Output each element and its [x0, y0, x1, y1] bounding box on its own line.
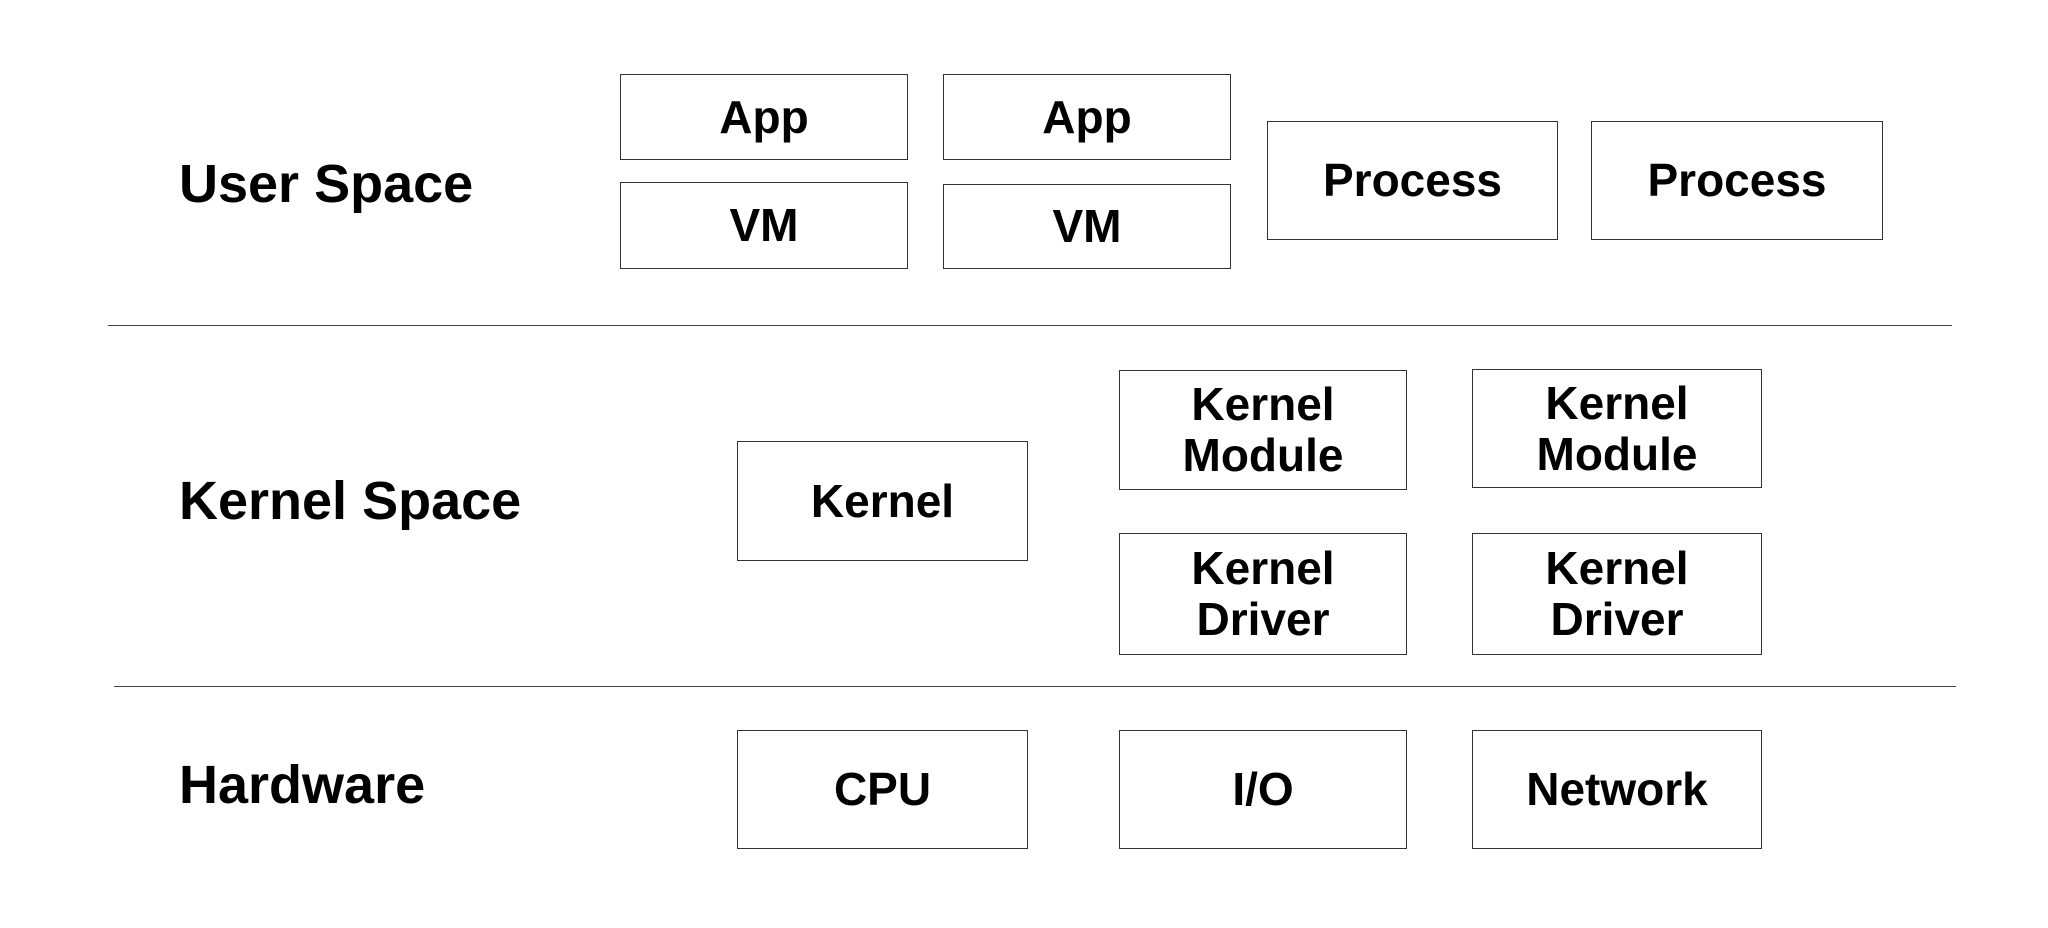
network-box: Network: [1472, 730, 1762, 849]
kernel-module-box: Kernel Module: [1119, 370, 1407, 490]
layer-label-user-space: User Space: [179, 154, 474, 214]
cpu-box: CPU: [737, 730, 1028, 849]
vm-box: VM: [620, 182, 908, 269]
kernel-module-box: Kernel Module: [1472, 369, 1762, 488]
kernel-driver-box: Kernel Driver: [1119, 533, 1407, 655]
app-box: App: [943, 74, 1231, 160]
layer-label-kernel-space: Kernel Space: [179, 471, 522, 531]
process-box: Process: [1267, 121, 1558, 240]
kernel-driver-box: Kernel Driver: [1472, 533, 1762, 655]
layer-divider: [114, 686, 1956, 687]
process-box: Process: [1591, 121, 1883, 240]
io-box: I/O: [1119, 730, 1407, 849]
layer-label-hardware: Hardware: [179, 755, 426, 815]
app-box: App: [620, 74, 908, 160]
vm-box: VM: [943, 184, 1231, 269]
layer-divider: [108, 325, 1952, 326]
kernel-box: Kernel: [737, 441, 1028, 561]
